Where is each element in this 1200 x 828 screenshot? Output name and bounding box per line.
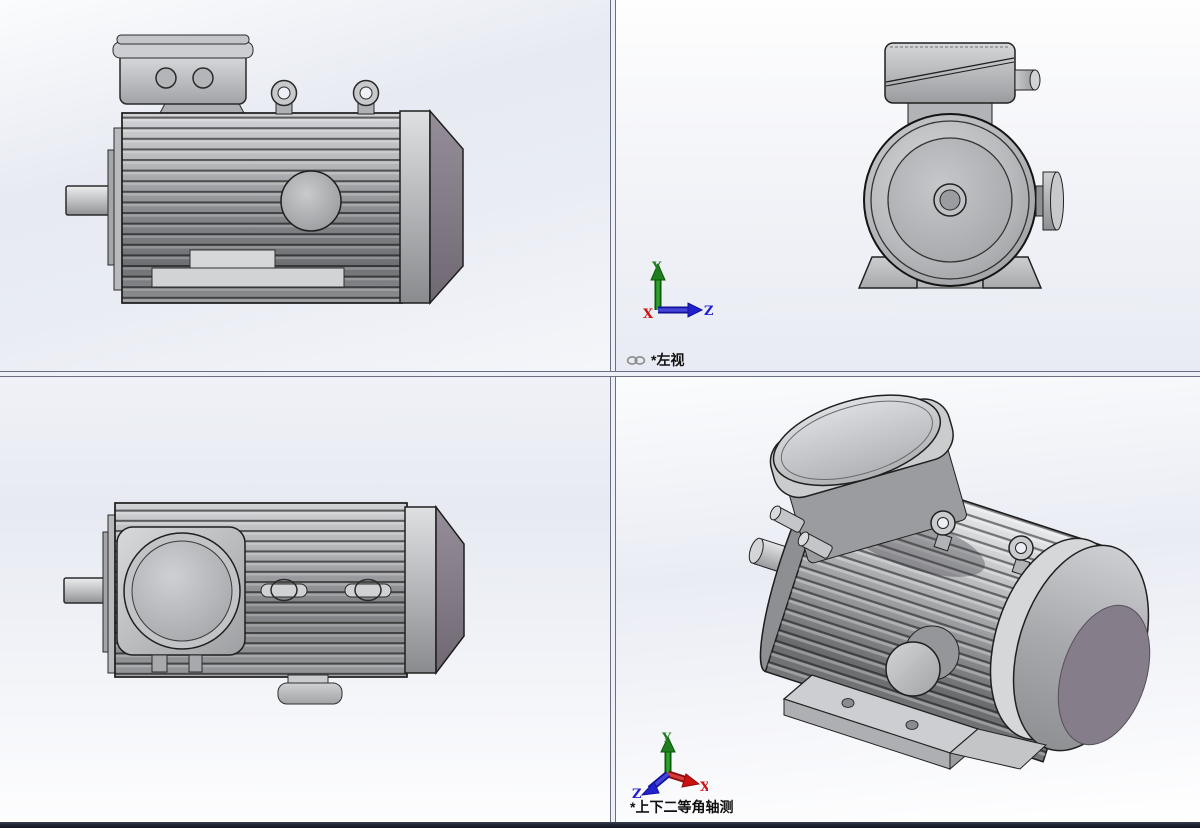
x-axis-label: X — [700, 780, 708, 795]
viewport-top-left[interactable] — [0, 0, 610, 371]
viewport-top-right[interactable]: Y Z X *左视 — [616, 0, 1200, 371]
y-axis-label: Y — [661, 731, 672, 746]
orientation-triad: Y X Z — [632, 731, 708, 799]
view-orientation-label: *左视 — [626, 350, 684, 370]
viewport-splitter-vertical[interactable] — [610, 0, 616, 822]
motor-side-view-drawing[interactable] — [0, 0, 610, 371]
bottom-boss — [277, 674, 343, 705]
terminal-box-cover — [116, 526, 246, 673]
view-label-text: *左视 — [651, 352, 685, 368]
viewport-bottom-right[interactable]: Y X Z *上下二等角轴测 — [616, 377, 1200, 822]
viewport-splitter-horizontal[interactable] — [0, 371, 1200, 377]
foot-plate — [151, 267, 345, 288]
y-axis-label: Y — [651, 260, 662, 275]
z-axis-arrow — [658, 302, 704, 318]
view-orientation-label: *上下二等角轴测 — [630, 797, 733, 817]
fan-cover — [404, 504, 465, 676]
z-axis-arrow — [640, 771, 671, 796]
fan-cover — [399, 108, 464, 305]
x-axis-arrow — [666, 770, 701, 788]
eyebolt — [270, 79, 298, 115]
terminal-box — [112, 34, 254, 114]
window-bottom-edge — [0, 822, 1200, 828]
shaft — [63, 577, 110, 604]
side-boss — [280, 170, 342, 232]
side-boss — [1035, 171, 1064, 231]
motor-face — [863, 113, 1037, 287]
x-axis-label: X — [643, 307, 654, 322]
cable-gland-stub — [1014, 69, 1041, 91]
view-label-text: *上下二等角轴测 — [630, 799, 734, 815]
viewport-bottom-left[interactable] — [0, 377, 610, 822]
graphics-area: Y Z X *左视 Y X Z *上下二等角轴测 — [0, 0, 1200, 828]
orientation-triad: Y Z X — [643, 260, 714, 322]
z-axis-label: Z — [704, 304, 714, 319]
motor-top-view-drawing[interactable] — [0, 377, 610, 822]
link-icon — [626, 355, 646, 365]
terminal-box — [884, 42, 1016, 104]
eyebolt — [352, 79, 380, 115]
